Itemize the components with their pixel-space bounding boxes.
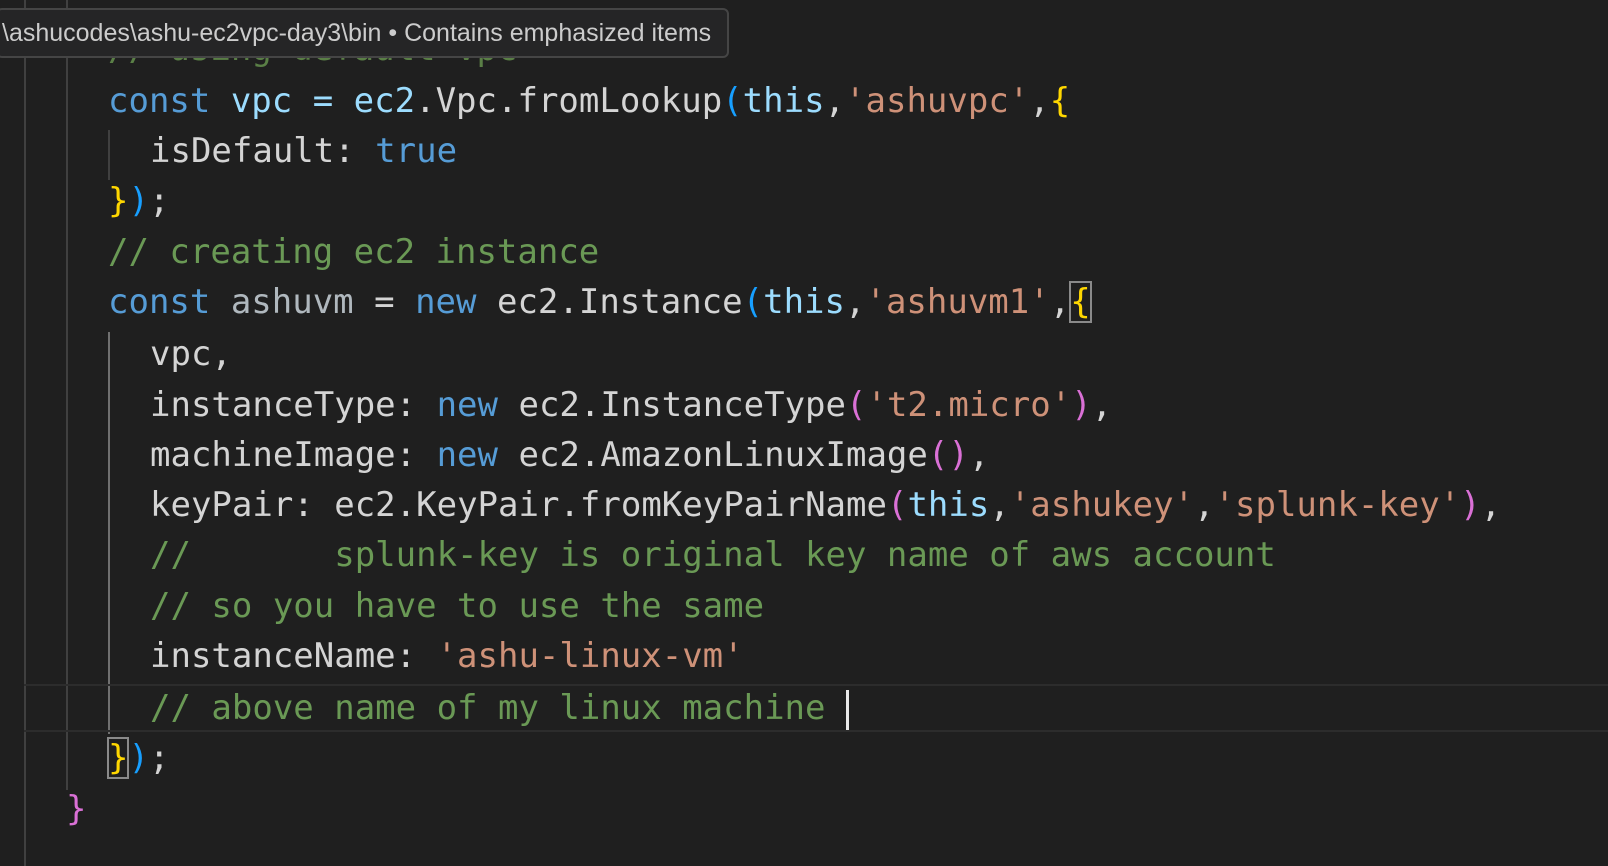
code-line-keypair[interactable]: keyPair: ec2.KeyPair.fromKeyPairName(thi… (150, 480, 1501, 530)
comment: // so you have to use the same (150, 586, 765, 626)
variable-ashuvm: ashuvm (210, 282, 354, 322)
property-key: keyPair: (150, 485, 335, 525)
function-fromkeypairname: fromKeyPairName (579, 485, 887, 525)
equals: = (353, 282, 416, 322)
comma: , (1049, 282, 1071, 322)
code-line-comment[interactable]: // splunk-key is original key name of aw… (150, 530, 1276, 580)
variable-vpc: vpc = (210, 81, 354, 121)
keyword-this: this (907, 485, 990, 525)
keyword-const: const (108, 81, 211, 121)
keyword-new: new (436, 385, 498, 425)
indent-guide (108, 130, 110, 180)
identifier-ec2: ec2. (476, 282, 579, 322)
code-line-comment[interactable]: // so you have to use the same (150, 581, 764, 631)
brace-close-matched: } (106, 737, 130, 779)
indent-guide (66, 0, 68, 790)
code-line-close[interactable]: }); (108, 176, 169, 226)
string-literal: 'ashu-linux-vm' (436, 636, 744, 676)
comment: // creating ec2 instance (108, 232, 600, 272)
class-instance: Instance (578, 282, 743, 322)
paren-close: ) (1071, 385, 1092, 425)
boolean-literal: true (375, 131, 458, 171)
code-editor[interactable]: // using default vpc const vpc = ec2.Vpc… (0, 0, 1608, 866)
folder-path: \ashucodes\ashu-ec2vpc-day3\bin (2, 19, 382, 47)
property-key: instanceName: (150, 636, 437, 676)
paren-close: ) (128, 181, 149, 221)
string-literal: 'ashuvm1' (865, 282, 1050, 322)
identifier-ec2: ec2. (498, 385, 601, 425)
comma: , (1029, 81, 1050, 121)
code-line-machineimage[interactable]: machineImage: new ec2.AmazonLinuxImage()… (150, 430, 989, 480)
paren-close: ) (128, 738, 149, 778)
class-amazonlinuximage: AmazonLinuxImage (600, 435, 928, 475)
comment: // splunk-key is original key name of aw… (150, 535, 1276, 575)
code-line-close[interactable]: } (66, 784, 86, 834)
class-keypair: KeyPair (416, 485, 560, 525)
dot: . (496, 81, 518, 121)
separator-dot: • (381, 19, 405, 47)
property-key: isDefault: (150, 131, 376, 171)
comma: , (1480, 485, 1502, 525)
identifier-ec2: ec2. (334, 485, 417, 525)
comment: // above name of my linux machine (150, 688, 846, 728)
emphasized-status: Contains emphasized items (404, 19, 712, 47)
property-shorthand: vpc, (150, 334, 232, 374)
paren-close: ) (1460, 485, 1481, 525)
comma: , (1091, 385, 1113, 425)
paren-open: ( (846, 385, 867, 425)
identifier-ec2: ec2. (498, 435, 601, 475)
class-vpc: Vpc (435, 81, 497, 121)
code-line-vpc-prop[interactable]: vpc, (150, 329, 232, 379)
active-indent-guide (108, 332, 110, 734)
keyword-new: new (415, 282, 477, 322)
keyword-new: new (436, 435, 498, 475)
string-literal: 'ashukey' (1009, 485, 1195, 525)
brace-close: } (66, 789, 87, 829)
comma: , (989, 485, 1010, 525)
code-line-vpc-lookup[interactable]: const vpc = ec2.Vpc.fromLookup(this,'ash… (108, 76, 1070, 126)
indent-guide (24, 0, 26, 866)
dot: . (415, 81, 436, 121)
brace-open-matched: { (1069, 281, 1092, 323)
property-key: instanceType: (150, 385, 437, 425)
code-line-instancetype[interactable]: instanceType: new ec2.InstanceType('t2.m… (150, 380, 1112, 430)
paren-open: ( (742, 282, 764, 322)
semicolon: ; (148, 738, 170, 778)
string-literal: 't2.micro' (866, 385, 1072, 425)
paren-open: ( (886, 485, 908, 525)
brace-close: } (108, 181, 129, 221)
keyword-this: this (742, 81, 825, 121)
semicolon: ; (148, 181, 170, 221)
paren-open: ( (722, 81, 743, 121)
property-key: machineImage: (150, 435, 437, 475)
comma: , (1194, 485, 1215, 525)
code-line-current[interactable]: // above name of my linux machine (150, 683, 849, 733)
class-instancetype: InstanceType (600, 385, 846, 425)
keyword-this: this (763, 282, 845, 322)
identifier-ec2: ec2 (353, 81, 416, 121)
comma: , (845, 282, 866, 322)
code-line-instance[interactable]: const ashuvm = new ec2.Instance(this,'as… (108, 277, 1092, 327)
code-line-isdefault[interactable]: isDefault: true (150, 126, 457, 176)
brace-open: { (1049, 81, 1071, 121)
function-fromlookup: fromLookup (517, 81, 723, 121)
paren-open: ( (927, 435, 949, 475)
breadcrumb-tooltip: \ashucodes\ashu-ec2vpc-day3\bin • Contai… (0, 8, 730, 58)
keyword-const: const (108, 282, 211, 322)
code-line-instancename[interactable]: instanceName: 'ashu-linux-vm' (150, 631, 744, 681)
comma: , (968, 435, 990, 475)
code-line-comment[interactable]: // creating ec2 instance (108, 227, 599, 277)
string-literal: 'splunk-key' (1214, 485, 1461, 525)
text-cursor (845, 689, 849, 730)
comma: , (824, 81, 846, 121)
paren-close: ) (948, 435, 969, 475)
dot: . (559, 485, 580, 525)
string-literal: 'ashuvpc' (845, 81, 1030, 121)
code-line-close[interactable]: }); (106, 733, 170, 783)
